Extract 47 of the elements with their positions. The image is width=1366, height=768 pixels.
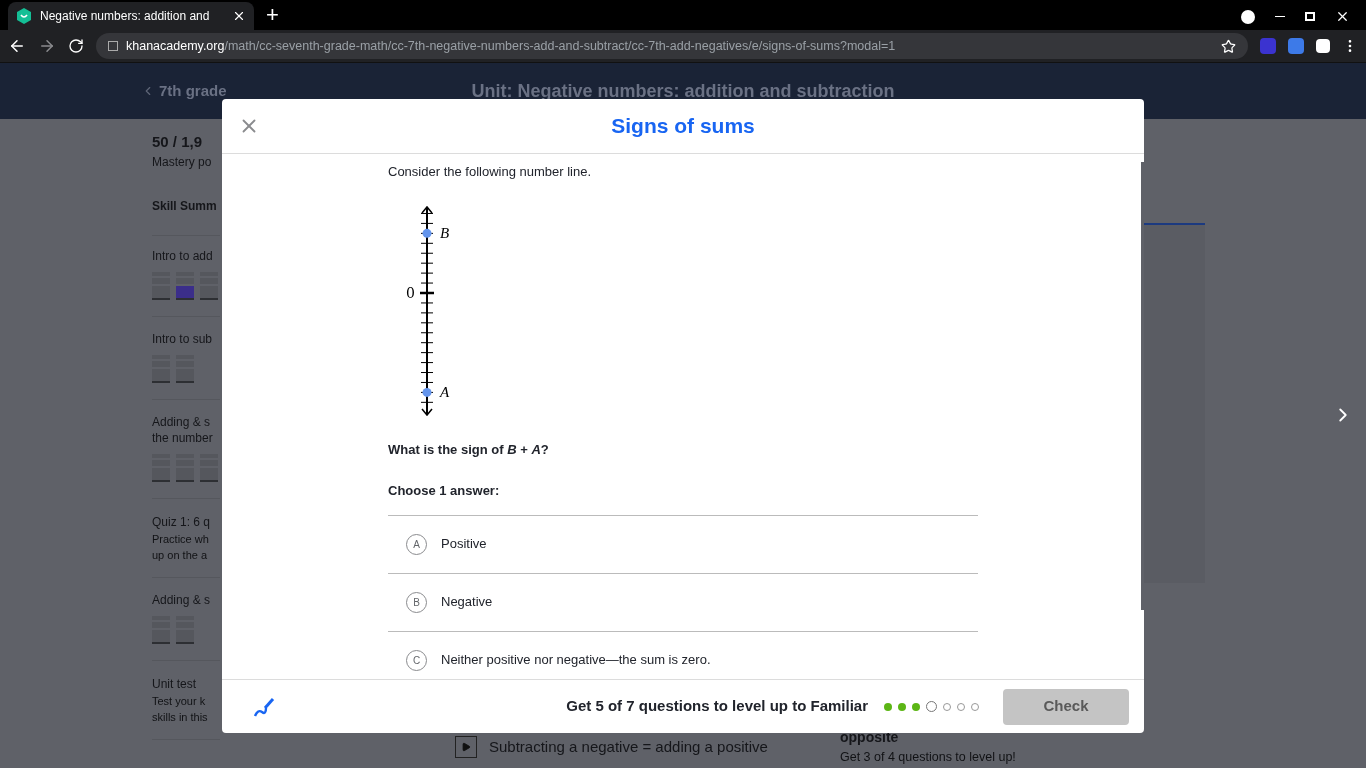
mastery-points: 50 / 1,9 [152,132,203,152]
dialog-title: Signs of sums [611,113,755,140]
skill-title[interactable]: Intro to add [152,248,213,264]
close-icon[interactable] [232,9,246,23]
quiz-description: Practice wh up on the a [152,532,209,563]
close-window-icon[interactable] [1335,9,1350,24]
answer-instruction: Choose 1 answer: [388,482,501,500]
quiz-description: Test your k skills in this [152,694,208,725]
answer-choice[interactable]: B Negative [388,573,978,632]
restore-icon[interactable] [1305,12,1315,21]
address-field[interactable]: khanacademy.org/math/cc-seventh-grade-math/cc-7th-negative-numbers-add-and-subtract/cc-7th-add-negatives/e/signs-of-sums?modal=1 [96,33,1248,59]
play-button[interactable] [455,735,477,758]
choice-text: Negative [441,593,493,612]
minimize-icon[interactable] [1275,15,1285,18]
star-icon[interactable] [1221,38,1236,54]
card-subtitle: Get 3 of 4 questions to level up! [840,749,1016,767]
skill-title[interactable]: Adding & s [152,592,211,608]
skill-title[interactable]: Intro to sub [152,331,213,347]
new-tab-button[interactable]: + [266,4,279,26]
card-title: opposite [840,728,900,748]
browser-tab[interactable]: Negative numbers: addition and [8,2,254,30]
question-text: What is the sign of B + A? [388,440,550,459]
tab-title: Negative numbers: addition and [40,8,211,25]
unit-title: Unit: Negative numbers: addition and subtraction [471,79,895,103]
profile-icon[interactable] [1241,9,1255,24]
video-title[interactable]: Subtracting a negative = adding a positive [489,735,768,758]
quiz-title[interactable]: Unit test [152,675,196,693]
answer-choice[interactable]: A Positive [388,515,978,574]
mastery-label: Mastery po [152,154,212,171]
quiz-title[interactable]: Quiz 1: 6 q [152,513,211,531]
choice-text: Neither positive nor negative—the sum is zero. [441,651,711,670]
forward-arrow-icon[interactable] [38,37,56,55]
choice-text: Positive [441,535,487,554]
url-host: khanacademy.org [126,37,225,55]
skill-title[interactable]: Adding & s the number [152,414,213,446]
back-link[interactable]: 7th grade [159,79,227,103]
number-line-drawing: 0 B A [388,203,468,418]
answer-choice[interactable]: C Neither positive nor negative—the sum is zero. [388,631,978,679]
level-up-goal: Get 5 of 7 questions to level up to Familiar [566,696,868,717]
extension-icon[interactable] [1288,38,1304,54]
reload-icon[interactable] [68,38,84,54]
scrollbar[interactable] [1141,162,1144,610]
question-intro: Consider the following number line. [388,163,593,181]
play-icon [461,741,471,752]
section-heading: Skill Summ [152,198,217,215]
hexagon-logo-icon [16,8,32,24]
url-path: /math/cc-seventh-grade-math/cc-7th-negative-numbers-add-and-subtract/cc-7th-add-negatives/e/signs-of-sums?modal=1 [224,37,896,55]
